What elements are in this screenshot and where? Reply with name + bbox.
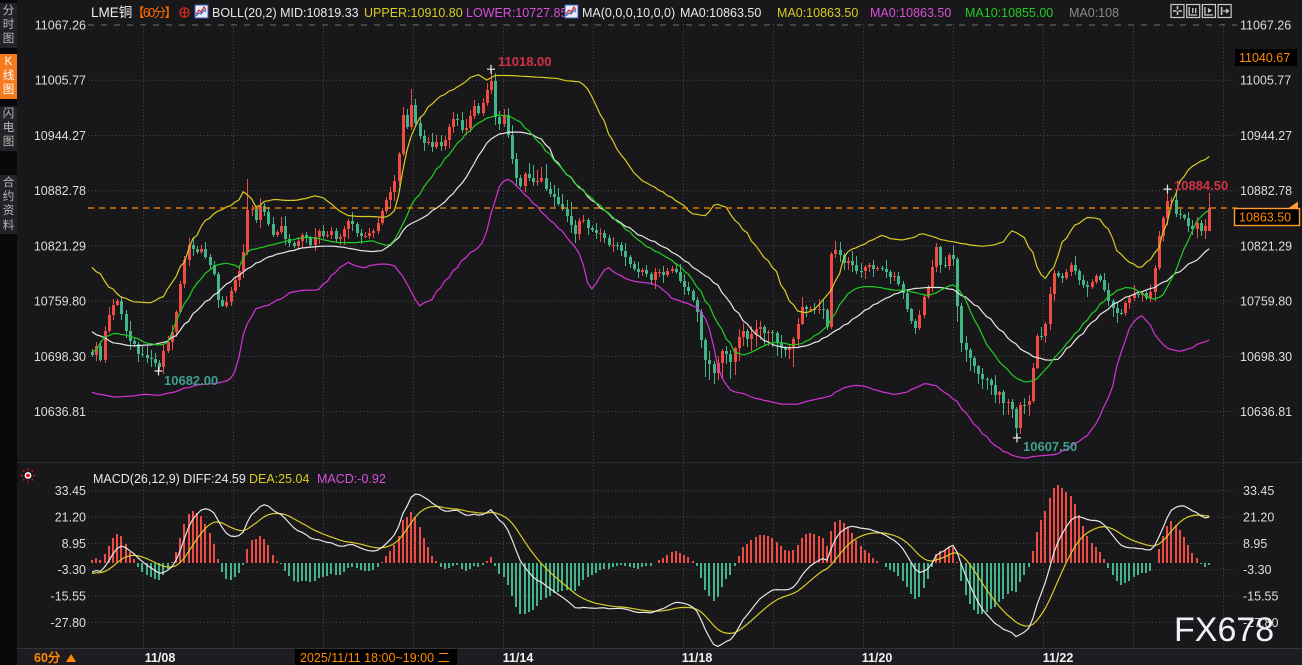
svg-text:-27.80: -27.80 <box>51 616 86 630</box>
svg-text:MA(0,0,0,10,0,0): MA(0,0,0,10,0,0) <box>582 6 675 20</box>
svg-text:11/14: 11/14 <box>503 651 534 665</box>
svg-text:FX678: FX678 <box>1174 611 1274 649</box>
svg-text:11/08: 11/08 <box>145 651 176 665</box>
svg-text:LOWER:10727.85: LOWER:10727.85 <box>466 6 567 20</box>
svg-text:8.95: 8.95 <box>1243 537 1267 551</box>
svg-text:UPPER:10910.80: UPPER:10910.80 <box>364 6 463 20</box>
svg-text:-3.30: -3.30 <box>1243 563 1272 577</box>
svg-text:8.95: 8.95 <box>62 537 86 551</box>
svg-text:11005.77: 11005.77 <box>35 74 86 88</box>
svg-text:10698.30: 10698.30 <box>1240 350 1292 364</box>
svg-text:10636.81: 10636.81 <box>1240 405 1292 419</box>
svg-text:MA0:10863.50: MA0:10863.50 <box>870 6 951 20</box>
svg-text:60分: 60分 <box>34 650 61 665</box>
svg-text:【60分】: 【60分】 <box>132 6 175 20</box>
svg-text:11/20: 11/20 <box>862 651 893 665</box>
svg-text:BOLL(20,2) MID:10819.33: BOLL(20,2) MID:10819.33 <box>212 6 359 20</box>
svg-text:10636.81: 10636.81 <box>34 405 86 419</box>
svg-text:DEA:25.04: DEA:25.04 <box>249 472 310 486</box>
svg-text:10759.80: 10759.80 <box>34 295 86 309</box>
svg-text:-15.55: -15.55 <box>51 590 86 604</box>
svg-text:10944.27: 10944.27 <box>1240 129 1292 143</box>
svg-text:MA0:108: MA0:108 <box>1069 6 1119 20</box>
svg-text:10607.50: 10607.50 <box>1023 439 1077 454</box>
svg-text:11067.26: 11067.26 <box>1240 19 1291 33</box>
svg-text:11067.26: 11067.26 <box>35 19 86 33</box>
svg-text:10882.78: 10882.78 <box>1240 184 1292 198</box>
svg-text:11005.77: 11005.77 <box>1240 74 1291 88</box>
svg-text:11/18: 11/18 <box>682 651 713 665</box>
svg-text:11040.67: 11040.67 <box>1239 51 1290 65</box>
svg-text:10682.00: 10682.00 <box>164 373 218 388</box>
svg-text:MA0:10863.50: MA0:10863.50 <box>777 6 858 20</box>
svg-text:10944.27: 10944.27 <box>34 129 86 143</box>
svg-text:MACD(26,12,9) DIFF:24.59: MACD(26,12,9) DIFF:24.59 <box>93 472 246 486</box>
svg-text:MA0:10863.50: MA0:10863.50 <box>680 6 761 20</box>
svg-text:10884.50: 10884.50 <box>1174 178 1228 193</box>
svg-text:10821.29: 10821.29 <box>1240 239 1292 253</box>
svg-text:10882.78: 10882.78 <box>34 184 86 198</box>
svg-text:33.45: 33.45 <box>55 484 86 498</box>
svg-text:MACD:-0.92: MACD:-0.92 <box>317 472 386 486</box>
svg-text:10863.50: 10863.50 <box>1239 211 1291 225</box>
svg-text:11018.00: 11018.00 <box>498 54 552 69</box>
svg-text:33.45: 33.45 <box>1243 484 1274 498</box>
svg-text:MA10:10855.00: MA10:10855.00 <box>965 6 1053 20</box>
svg-text:2025/11/11 18:00~19:00 二: 2025/11/11 18:00~19:00 二 <box>300 651 450 665</box>
svg-text:10821.29: 10821.29 <box>34 239 86 253</box>
svg-text:11/22: 11/22 <box>1043 651 1074 665</box>
svg-text:10698.30: 10698.30 <box>34 350 86 364</box>
svg-text:-3.30: -3.30 <box>58 563 87 577</box>
svg-text:LME铜: LME铜 <box>91 5 132 20</box>
svg-text:21.20: 21.20 <box>55 511 86 525</box>
svg-text:10759.80: 10759.80 <box>1240 295 1292 309</box>
svg-text:21.20: 21.20 <box>1243 511 1274 525</box>
svg-text:-15.55: -15.55 <box>1243 590 1278 604</box>
